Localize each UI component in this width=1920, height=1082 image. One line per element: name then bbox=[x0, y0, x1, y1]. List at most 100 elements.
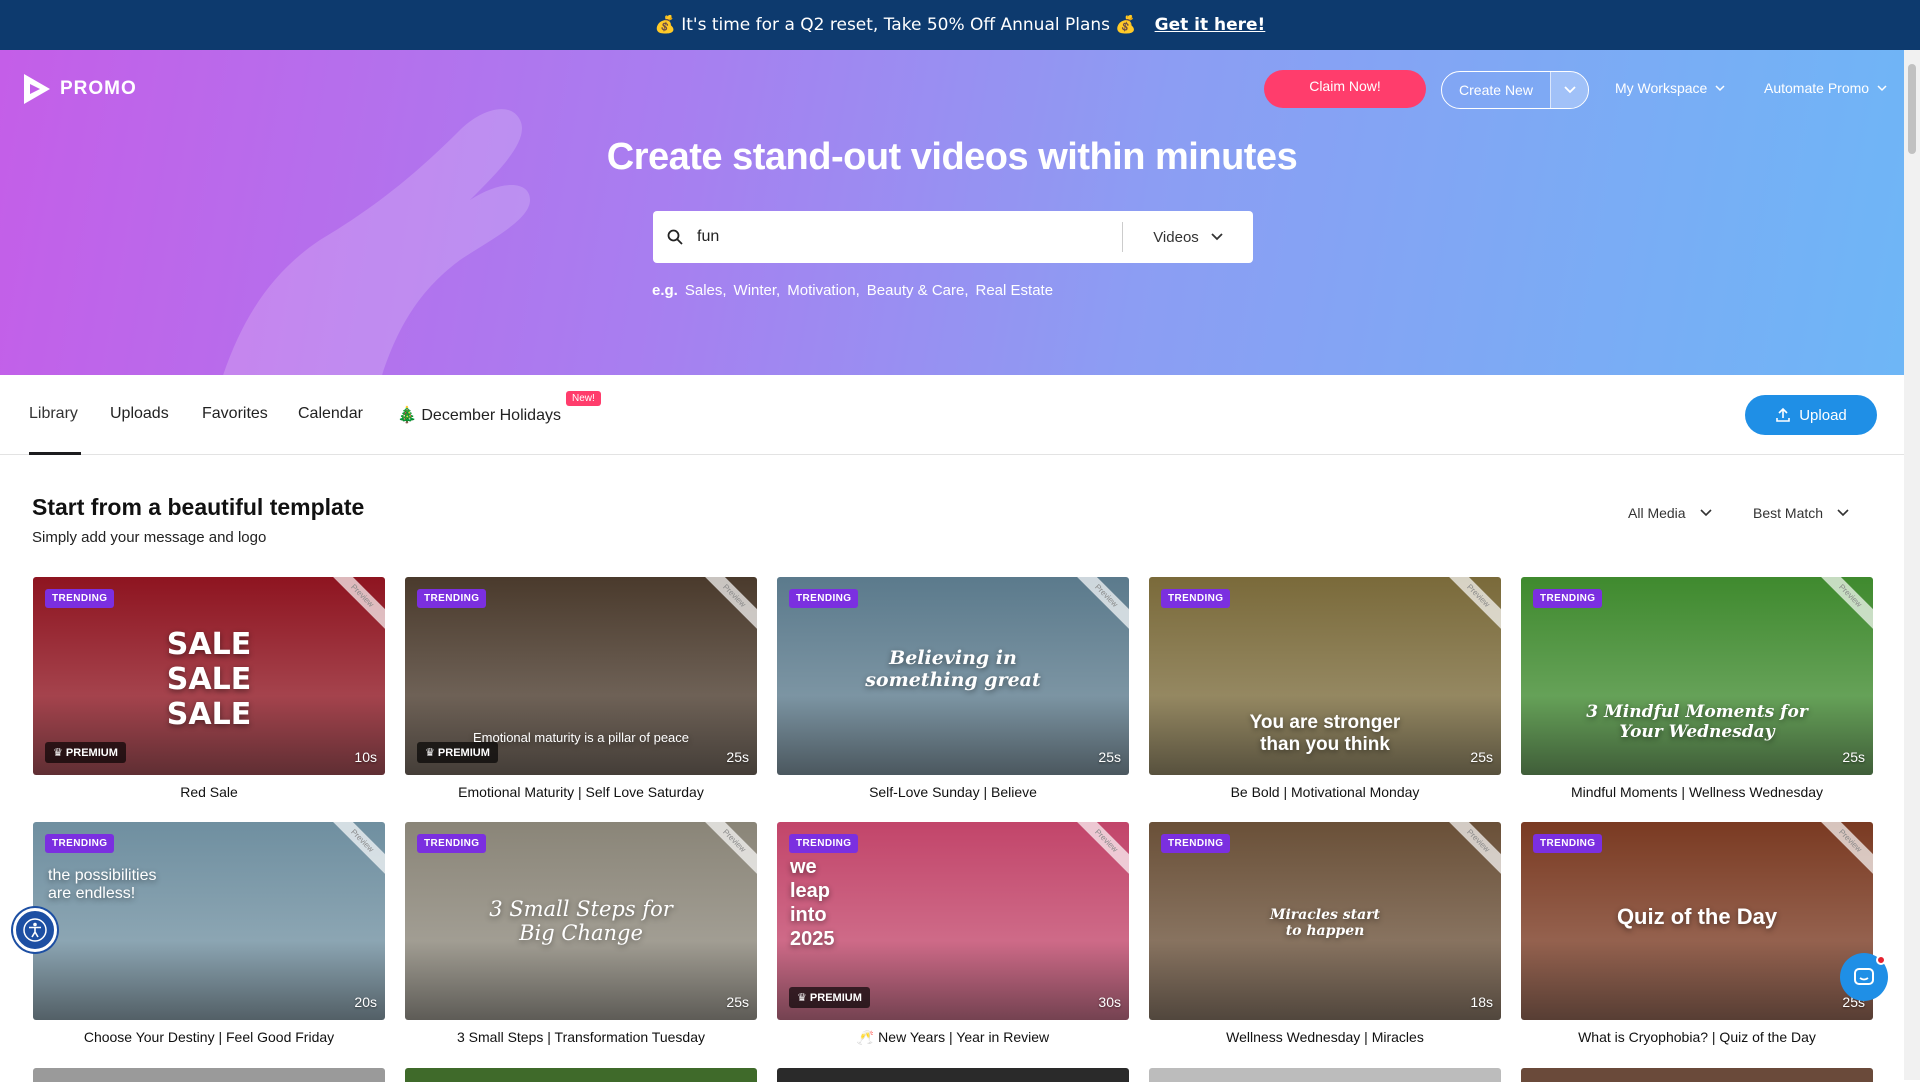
tab-uploads[interactable]: Uploads bbox=[110, 405, 169, 423]
template-card[interactable]: we leap into 2025 TRENDING ♛ PREMIUM 30s Pre… bbox=[777, 822, 1129, 1046]
preview-ribbon: Preview bbox=[1069, 822, 1129, 878]
template-thumbnail[interactable]: You are stronger than you think TRENDING 2… bbox=[1149, 577, 1501, 775]
example-winter[interactable]: Winter, bbox=[734, 282, 781, 299]
library-tabs: Library Uploads Favorites Calendar 🎄 Dec… bbox=[0, 375, 1904, 455]
create-new-label[interactable]: Create New bbox=[1442, 72, 1550, 108]
template-card[interactable]: SALE SALE SALE TRENDING ♛ PREMIUM 10s Previe… bbox=[33, 577, 385, 800]
thumbnail-overlay-text: SALE SALE SALE bbox=[166, 627, 252, 732]
template-title[interactable]: Be Bold | Motivational Monday bbox=[1149, 784, 1501, 800]
premium-badge: ♛ PREMIUM bbox=[789, 987, 870, 1008]
chevron-down-icon[interactable] bbox=[1550, 72, 1588, 108]
template-card[interactable]: Miracles start to happen TRENDING 18s Previ… bbox=[1149, 822, 1501, 1045]
sort-dropdown[interactable]: Best Match bbox=[1753, 505, 1849, 521]
thumbnail-overlay-text: 3 Mindful Moments for Your Wednesday bbox=[1586, 702, 1808, 742]
search-input[interactable] bbox=[697, 228, 1122, 246]
template-card[interactable]: You are stronger than you think TRENDING 2… bbox=[1149, 577, 1501, 800]
tab-calendar[interactable]: Calendar bbox=[298, 405, 363, 423]
search-bar: Videos bbox=[653, 211, 1253, 263]
trending-badge: TRENDING bbox=[417, 834, 487, 853]
automate-promo-dropdown[interactable]: Automate Promo bbox=[1764, 80, 1887, 96]
upload-button[interactable]: Upload bbox=[1745, 395, 1877, 435]
duration-label: 25s bbox=[1470, 749, 1493, 765]
chat-button[interactable] bbox=[1840, 953, 1888, 1001]
preview-ribbon: Preview bbox=[1069, 577, 1129, 633]
create-new-button[interactable]: Create New bbox=[1441, 71, 1589, 109]
template-thumbnail[interactable]: Quiz of the Day TRENDING 25s Preview bbox=[1521, 822, 1873, 1020]
section-title: Start from a beautiful template bbox=[32, 494, 365, 520]
trending-badge: TRENDING bbox=[789, 589, 859, 608]
chat-icon bbox=[1854, 968, 1874, 985]
template-title[interactable]: Wellness Wednesday | Miracles bbox=[1149, 1029, 1501, 1045]
template-title[interactable]: Red Sale bbox=[33, 784, 385, 800]
template-card[interactable]: 3 Small Steps for Big Change TRENDING 25s P… bbox=[405, 822, 757, 1045]
example-sales[interactable]: Sales, bbox=[685, 282, 727, 299]
preview-ribbon: Preview bbox=[325, 577, 385, 633]
template-thumbnail[interactable]: 3 Mindful Moments for Your Wednesday TREN… bbox=[1521, 577, 1873, 775]
premium-badge: ♛ PREMIUM bbox=[45, 742, 126, 763]
tab-favorites[interactable]: Favorites bbox=[202, 405, 268, 423]
sort-label: Best Match bbox=[1753, 505, 1824, 521]
duration-label: 25s bbox=[726, 749, 749, 765]
tab-library[interactable]: Library bbox=[29, 405, 78, 423]
template-thumbnail[interactable]: the possibilities are endless! TRENDING 20… bbox=[33, 822, 385, 1020]
trending-badge: TRENDING bbox=[417, 589, 487, 608]
duration-label: 25s bbox=[726, 994, 749, 1010]
search-examples: e.g. Sales, Winter, Motivation, Beauty &… bbox=[652, 282, 1053, 299]
upload-label: Upload bbox=[1799, 406, 1847, 424]
duration-label: 20s bbox=[354, 994, 377, 1010]
template-thumbnail[interactable]: Believing in something great TRENDING 25s P… bbox=[777, 577, 1129, 775]
template-thumbnail[interactable]: SALE SALE SALE TRENDING ♛ PREMIUM 10s Previe… bbox=[33, 577, 385, 775]
template-card[interactable]: Believing in something great TRENDING 25s P… bbox=[777, 577, 1129, 800]
tab-december-holidays[interactable]: 🎄 December Holidays bbox=[397, 405, 561, 425]
preview-ribbon: Preview bbox=[1441, 577, 1501, 633]
template-title[interactable]: Choose Your Destiny | Feel Good Friday bbox=[33, 1029, 385, 1045]
preview-ribbon: Preview bbox=[1813, 577, 1873, 633]
duration-label: 25s bbox=[1098, 749, 1121, 765]
duration-label: 18s bbox=[1470, 994, 1493, 1010]
hero-banner: PROMO Claim Now! Create New My Workspace… bbox=[0, 50, 1904, 375]
duration-label: 25s bbox=[1842, 749, 1865, 765]
template-thumbnail[interactable]: 3 Small Steps for Big Change TRENDING 25s P… bbox=[405, 822, 757, 1020]
accessibility-button[interactable] bbox=[13, 908, 57, 952]
promo-logo[interactable]: PROMO bbox=[22, 72, 137, 106]
preview-ribbon: Preview bbox=[325, 822, 385, 878]
all-media-dropdown[interactable]: All Media bbox=[1628, 505, 1712, 521]
example-motivation[interactable]: Motivation, bbox=[787, 282, 860, 299]
trending-badge: TRENDING bbox=[1161, 834, 1231, 853]
chevron-down-icon bbox=[1211, 233, 1223, 241]
template-card[interactable]: Emotional maturity is a pillar of peace T… bbox=[405, 577, 757, 800]
template-title[interactable]: What is Cryophobia? | Quiz of the Day bbox=[1521, 1029, 1873, 1045]
template-title[interactable]: 🥂 New Years | Year in Review bbox=[777, 1029, 1129, 1046]
my-workspace-dropdown[interactable]: My Workspace bbox=[1615, 80, 1725, 96]
duration-label: 10s bbox=[354, 749, 377, 765]
example-real-estate[interactable]: Real Estate bbox=[976, 282, 1054, 299]
example-beauty[interactable]: Beauty & Care, bbox=[867, 282, 969, 299]
template-thumbnail[interactable]: Miracles start to happen TRENDING 18s Previ… bbox=[1149, 822, 1501, 1020]
premium-badge: ♛ PREMIUM bbox=[417, 742, 498, 763]
scrollbar-thumb[interactable] bbox=[1908, 64, 1916, 154]
search-type-dropdown[interactable]: Videos bbox=[1123, 229, 1253, 246]
upload-icon bbox=[1776, 407, 1791, 422]
trending-badge: TRENDING bbox=[45, 589, 115, 608]
template-card[interactable]: the possibilities are endless! TRENDING 20… bbox=[33, 822, 385, 1045]
template-thumbnail[interactable]: we leap into 2025 TRENDING ♛ PREMIUM 30s Pre… bbox=[777, 822, 1129, 1020]
template-title[interactable]: Self-Love Sunday | Believe bbox=[777, 784, 1129, 800]
template-card[interactable]: 3 Mindful Moments for Your Wednesday TREN… bbox=[1521, 577, 1873, 800]
hand-illustration bbox=[223, 109, 530, 375]
template-card[interactable]: Quiz of the Day TRENDING 25s Preview What is… bbox=[1521, 822, 1873, 1045]
chevron-down-icon bbox=[1700, 509, 1712, 517]
template-thumbnail[interactable]: Emotional maturity is a pillar of peace T… bbox=[405, 577, 757, 775]
trending-badge: TRENDING bbox=[789, 834, 859, 853]
promo-bar: 💰 It's time for a Q2 reset, Take 50% Off… bbox=[0, 0, 1920, 50]
promo-logo-icon bbox=[24, 74, 50, 104]
claim-now-button[interactable]: Claim Now! bbox=[1264, 70, 1426, 108]
page-scrollbar[interactable] bbox=[1904, 50, 1920, 1080]
thumbnail-overlay-text: Quiz of the Day bbox=[1616, 904, 1778, 929]
template-title[interactable]: 3 Small Steps | Transformation Tuesday bbox=[405, 1029, 757, 1045]
promo-link[interactable]: Get it here! bbox=[1155, 15, 1266, 35]
chevron-down-icon bbox=[1837, 509, 1849, 517]
template-title[interactable]: Emotional Maturity | Self Love Saturday bbox=[405, 784, 757, 800]
template-title[interactable]: Mindful Moments | Wellness Wednesday bbox=[1521, 784, 1873, 800]
thumbnail-overlay-text: Miracles start to happen bbox=[1269, 907, 1381, 939]
all-media-label: All Media bbox=[1628, 505, 1686, 521]
